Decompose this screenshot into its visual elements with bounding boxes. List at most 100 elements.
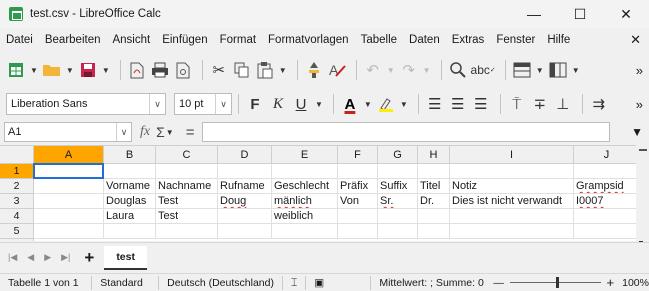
font-size-box[interactable]: 10 pt ∨ <box>174 93 232 115</box>
cell-h1[interactable] <box>418 164 450 179</box>
row-header-4[interactable]: 4 <box>0 209 34 224</box>
zoom-out-button[interactable]: — <box>493 277 504 289</box>
clear-formatting-icon[interactable]: A <box>327 58 347 82</box>
column-header-h[interactable]: H <box>418 146 450 164</box>
cell-i4[interactable] <box>450 209 574 224</box>
insert-mode-icon[interactable]: ⌶ <box>283 275 307 290</box>
print-preview-icon[interactable] <box>173 58 193 82</box>
chevron-down-icon[interactable]: ▼ <box>364 100 372 109</box>
toolbar-overflow-icon[interactable]: » <box>636 97 643 112</box>
cell-c4[interactable]: Test <box>156 209 218 224</box>
menu-extras[interactable]: Extras <box>452 34 485 46</box>
cell-a5[interactable] <box>34 224 104 239</box>
cell-i1[interactable] <box>450 164 574 179</box>
cell-e4[interactable]: weiblich <box>272 209 338 224</box>
cell-f1[interactable] <box>338 164 378 179</box>
cell-g4[interactable] <box>378 209 418 224</box>
cell-i5[interactable] <box>450 224 574 239</box>
cell-f4[interactable] <box>338 209 378 224</box>
cell-f5[interactable] <box>338 224 378 239</box>
column-header-b[interactable]: B <box>104 146 156 164</box>
align-center-icon[interactable]: ☰ <box>448 92 468 116</box>
cell-d4[interactable] <box>218 209 272 224</box>
minimize-button[interactable]: — <box>511 0 557 28</box>
cell-a2[interactable] <box>34 179 104 194</box>
cell-b5[interactable] <box>104 224 156 239</box>
chevron-down-icon[interactable]: ▼ <box>166 128 174 137</box>
column-header-j[interactable]: J <box>574 146 636 164</box>
menu-daten[interactable]: Daten <box>409 34 440 46</box>
paste-icon[interactable] <box>255 58 275 82</box>
spellcheck-icon[interactable]: abc ✓ <box>471 58 496 82</box>
align-left-icon[interactable]: ☰ <box>425 92 445 116</box>
cell-e2[interactable]: Geschlecht <box>272 179 338 194</box>
zoom-slider-knob[interactable] <box>555 277 559 288</box>
column-header-e[interactable]: E <box>272 146 338 164</box>
first-sheet-icon[interactable]: |◀ <box>8 252 17 263</box>
row-header-2[interactable]: 2 <box>0 179 34 194</box>
function-wizard-icon[interactable]: fx <box>140 124 150 140</box>
redo-icon[interactable]: ↷ <box>399 58 419 82</box>
cell-e3[interactable]: mänlich <box>272 194 338 209</box>
clone-formatting-icon[interactable] <box>304 58 324 82</box>
cell-e5[interactable] <box>272 224 338 239</box>
cell-d5[interactable] <box>218 224 272 239</box>
menu-datei[interactable]: Datei <box>6 34 33 46</box>
italic-button[interactable]: K <box>268 92 288 116</box>
underline-button[interactable]: U <box>291 92 311 116</box>
chevron-down-icon[interactable]: ▼ <box>279 66 287 75</box>
cell-j5[interactable] <box>574 224 636 239</box>
cell-d1[interactable] <box>218 164 272 179</box>
chevron-down-icon[interactable]: ▼ <box>572 66 580 75</box>
chevron-down-icon[interactable]: ▼ <box>423 66 431 75</box>
selection-summary[interactable]: Mittelwert: ; Summe: 0 <box>371 276 489 290</box>
sheet-tab[interactable]: test <box>104 245 147 270</box>
language[interactable]: Deutsch (Deutschland) <box>159 275 283 290</box>
align-vcenter-icon[interactable]: ∓ <box>530 92 550 116</box>
menu-format[interactable]: Format <box>220 34 256 46</box>
cell-j2[interactable]: Grampsid <box>574 179 636 194</box>
cell-a4[interactable] <box>34 209 104 224</box>
chevron-down-icon[interactable]: ∨ <box>116 123 131 141</box>
undo-icon[interactable]: ↶ <box>363 58 383 82</box>
font-color-button[interactable]: A <box>340 92 360 116</box>
chevron-down-icon[interactable]: ∨ <box>215 94 231 114</box>
cut-icon[interactable]: ✂ <box>209 58 229 82</box>
zoom-level[interactable]: 100% <box>622 277 649 289</box>
cell-g1[interactable] <box>378 164 418 179</box>
highlight-color-button[interactable] <box>376 92 396 116</box>
formula-input[interactable] <box>202 122 611 142</box>
zoom-in-button[interactable]: + <box>607 275 615 290</box>
menu-fenster[interactable]: Fenster <box>496 34 535 46</box>
cell-i2[interactable]: Notiz <box>450 179 574 194</box>
chevron-down-icon[interactable]: ▼ <box>400 100 408 109</box>
column-header-d[interactable]: D <box>218 146 272 164</box>
cell-c3[interactable]: Test <box>156 194 218 209</box>
column-header-g[interactable]: G <box>378 146 418 164</box>
zoom-slider[interactable] <box>509 277 601 288</box>
chevron-down-icon[interactable]: ▼ <box>536 66 544 75</box>
align-bottom-icon[interactable]: ⊥ <box>553 92 573 116</box>
chevron-down-icon[interactable]: ∨ <box>149 94 165 114</box>
copy-icon[interactable] <box>232 58 252 82</box>
next-sheet-icon[interactable]: ▶ <box>44 252 51 263</box>
maximize-button[interactable]: ☐ <box>557 0 603 28</box>
row-header-1[interactable]: 1 <box>0 164 34 179</box>
chevron-down-icon[interactable]: ▼ <box>30 66 38 75</box>
close-document-icon[interactable]: ✕ <box>630 32 641 48</box>
chevron-down-icon[interactable]: ▼ <box>315 100 323 109</box>
cell-j4[interactable] <box>574 209 636 224</box>
cell-i3[interactable]: Dies ist nicht verwandt <box>450 194 574 209</box>
cell-g5[interactable] <box>378 224 418 239</box>
close-window-button[interactable]: ✕ <box>603 0 649 28</box>
print-icon[interactable] <box>150 58 170 82</box>
menu-bearbeiten[interactable]: Bearbeiten <box>45 34 101 46</box>
cell-h4[interactable] <box>418 209 450 224</box>
chevron-down-icon[interactable]: ▼ <box>102 66 110 75</box>
cell-j3[interactable]: I0007 <box>574 194 636 209</box>
column-header-a[interactable]: A <box>34 146 104 164</box>
select-all-corner[interactable] <box>0 146 34 164</box>
cell-h2[interactable]: Titel <box>418 179 450 194</box>
cell-b1[interactable] <box>104 164 156 179</box>
find-replace-icon[interactable] <box>448 58 468 82</box>
